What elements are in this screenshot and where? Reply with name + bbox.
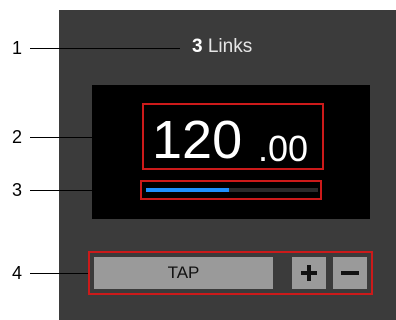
callout-number-3: 3 (12, 180, 23, 200)
callout-line-1 (30, 48, 180, 49)
beat-progress-track (146, 188, 318, 192)
tap-button[interactable]: TAP (94, 257, 273, 289)
tempo-decimal: .00 (258, 128, 309, 169)
tempo-readout[interactable]: 120 .00 (142, 103, 324, 170)
tempo-increase-button[interactable] (292, 257, 326, 289)
beat-progress-fill (146, 188, 229, 192)
links-label: Links (202, 36, 253, 57)
callout-line-4 (30, 273, 88, 274)
callout-number-1: 1 (12, 38, 23, 58)
links-status: 3 Links (192, 36, 252, 62)
callout-number-4: 4 (12, 263, 23, 283)
tempo-decrease-button[interactable] (333, 257, 367, 289)
callout-number-2: 2 (12, 127, 23, 147)
callout-line-3 (30, 190, 140, 191)
links-count: 3 (192, 36, 203, 57)
callout-line-2 (30, 137, 142, 138)
stage: 3 Links 120 .00 TAP 1 2 3 4 (0, 0, 396, 320)
tempo-integer: 120 (152, 110, 243, 170)
